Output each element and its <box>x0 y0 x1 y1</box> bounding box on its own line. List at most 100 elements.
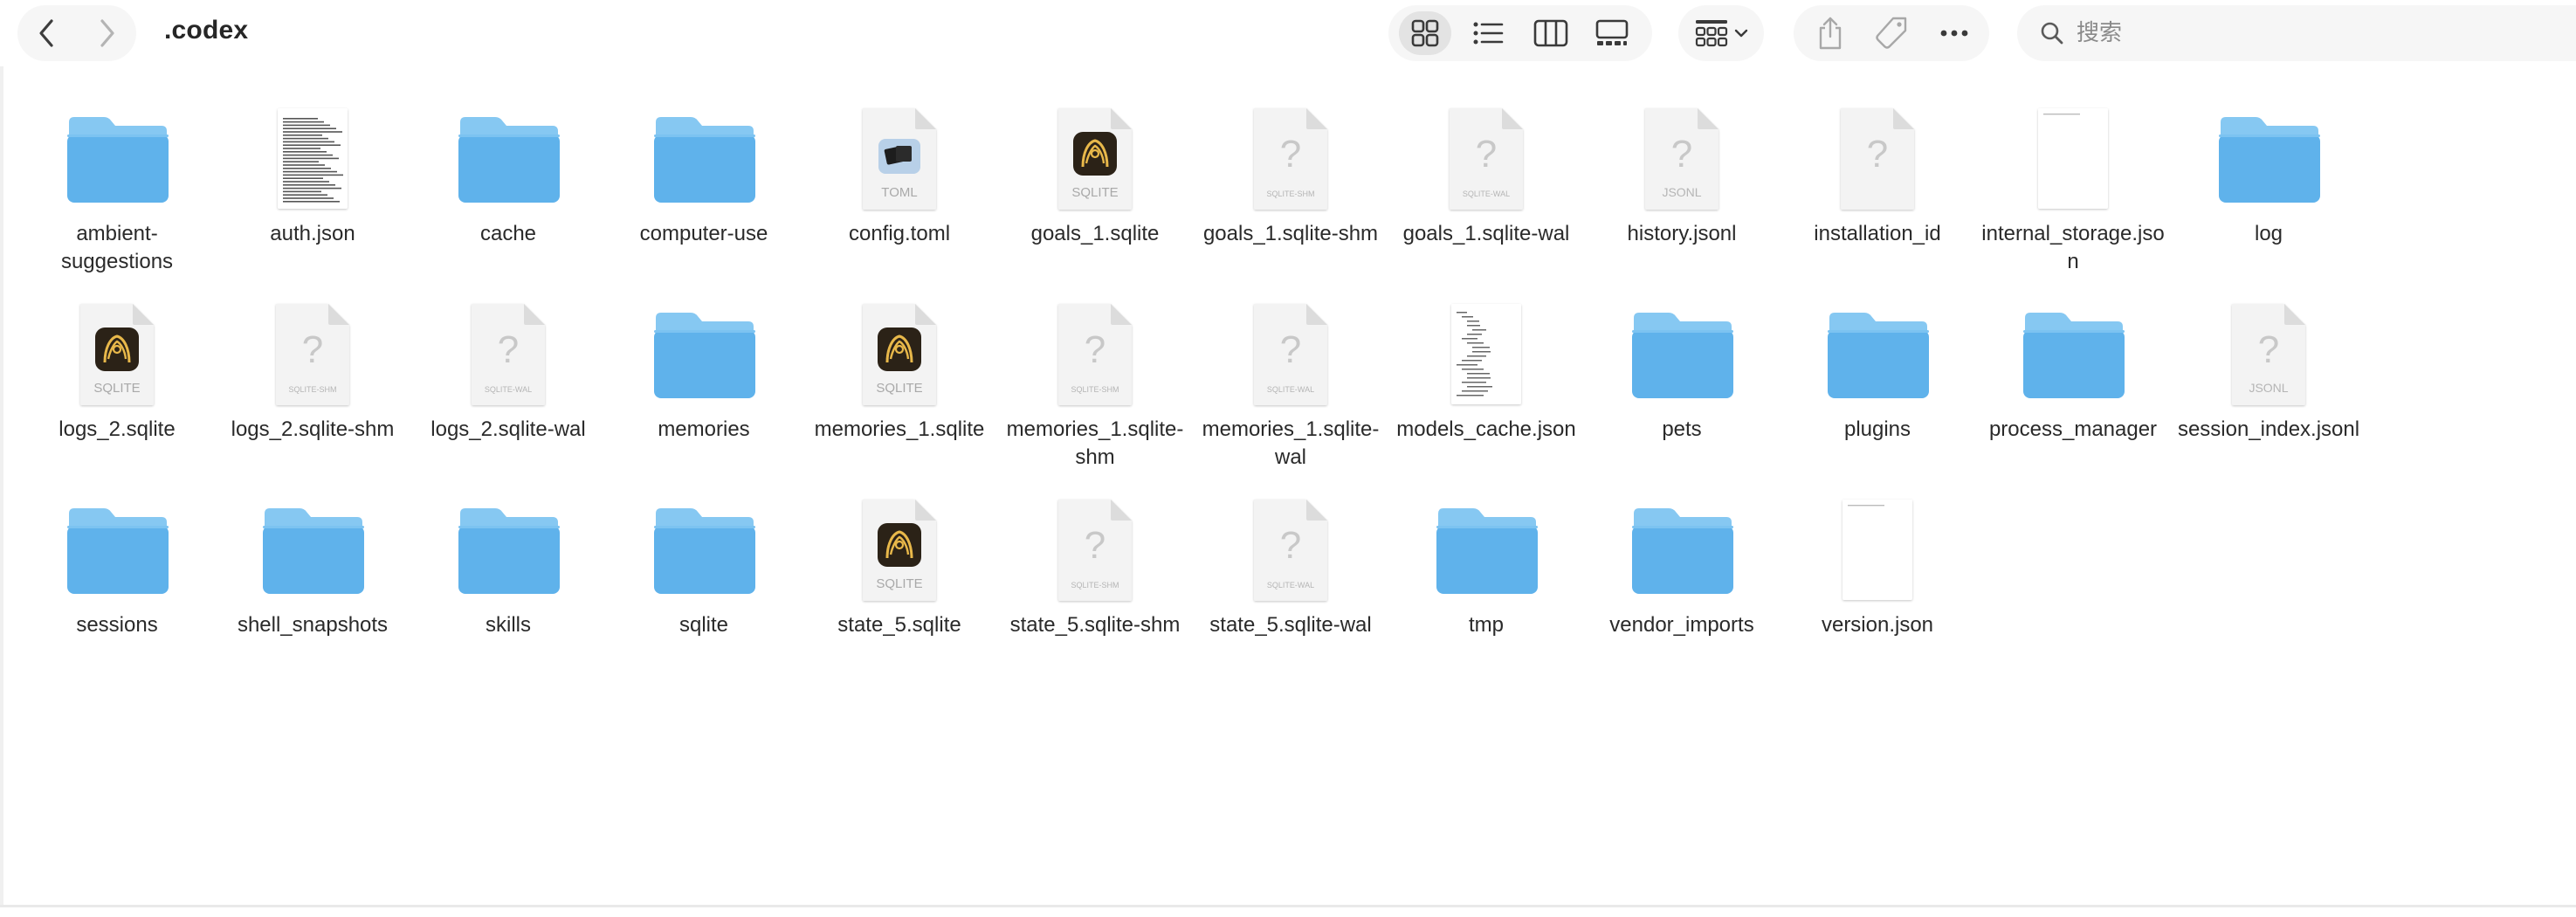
file-item[interactable]: SQLITE memories_1.sqlite <box>802 300 997 496</box>
back-icon <box>39 19 53 47</box>
item-label: memories_1.sqlite <box>814 417 985 441</box>
back-button[interactable] <box>25 11 69 55</box>
item-label: ambient-suggestions <box>60 222 174 273</box>
generic-file-icon: ? SQLITE-SHM <box>1193 105 1388 213</box>
folder-item[interactable]: memories <box>606 300 802 496</box>
document-icon <box>1975 105 2171 213</box>
folder-item[interactable]: vendor_imports <box>1584 496 1780 692</box>
item-label: tmp <box>1468 613 1504 637</box>
folder-item[interactable]: sqlite <box>606 496 802 692</box>
file-item[interactable]: ? SQLITE-WAL goals_1.sqlite-wal <box>1388 105 1584 300</box>
folder-icon <box>19 105 215 213</box>
share-button[interactable] <box>1806 11 1855 55</box>
folder-item[interactable]: sessions <box>19 496 215 692</box>
file-item[interactable]: auth.json <box>215 105 410 300</box>
folder-icon <box>1584 496 1780 604</box>
folder-icon <box>606 300 802 409</box>
item-label: process_manager <box>1988 417 2158 441</box>
item-label: version.json <box>1821 613 1934 637</box>
file-item[interactable]: ? JSONL history.jsonl <box>1584 105 1780 300</box>
folder-item[interactable]: plugins <box>1780 300 1975 496</box>
file-item[interactable]: ? SQLITE-WAL logs_2.sqlite-wal <box>410 300 606 496</box>
file-item[interactable]: SQLITE state_5.sqlite <box>802 496 997 692</box>
file-item[interactable]: version.json <box>1780 496 1975 692</box>
folder-item[interactable]: tmp <box>1388 496 1584 692</box>
gallery-view-button[interactable] <box>1586 11 1638 55</box>
search-input[interactable] <box>2075 19 2532 47</box>
forward-button[interactable] <box>85 11 128 55</box>
item-label: goals_1.sqlite-wal <box>1402 222 1570 245</box>
item-label: plugins <box>1843 417 1911 441</box>
folder-item[interactable]: log <box>2171 105 2366 300</box>
item-label: computer-use <box>639 222 768 245</box>
group-by-icon <box>1695 20 1728 47</box>
file-item[interactable]: ? SQLITE-WAL memories_1.sqlite-wal <box>1193 300 1388 496</box>
group-by-button[interactable] <box>1678 5 1764 61</box>
more-button[interactable] <box>1930 11 1979 55</box>
tag-button[interactable] <box>1867 11 1916 55</box>
column-view-button[interactable] <box>1525 11 1577 55</box>
folder-icon <box>19 496 215 604</box>
svg-text:?: ? <box>302 328 323 371</box>
folder-icon <box>410 496 606 604</box>
folder-item[interactable]: ambient-suggestions <box>19 105 215 300</box>
file-item[interactable]: TOML config.toml <box>802 105 997 300</box>
svg-text:SQLITE-SHM: SQLITE-SHM <box>1071 581 1119 590</box>
sqlite-file-icon: SQLITE <box>19 300 215 409</box>
file-item[interactable]: ? installation_id <box>1780 105 1975 300</box>
icon-view-button[interactable] <box>1399 11 1451 55</box>
svg-text:?: ? <box>1280 328 1301 371</box>
svg-text:SQLITE-WAL: SQLITE-WAL <box>1463 190 1510 198</box>
folder-icon <box>1975 300 2171 409</box>
generic-file-icon: ? JSONL <box>2171 300 2366 409</box>
file-item[interactable]: SQLITE logs_2.sqlite <box>19 300 215 496</box>
search-icon <box>2038 19 2066 47</box>
item-label: shell_snapshots <box>237 613 389 637</box>
text-document-icon <box>215 105 410 213</box>
tag-icon <box>1876 17 1907 49</box>
sqlite-file-icon: SQLITE <box>802 496 997 604</box>
window-edge <box>0 66 3 905</box>
search-field[interactable] <box>2017 5 2576 61</box>
folder-item[interactable]: skills <box>410 496 606 692</box>
svg-text:?: ? <box>498 328 519 371</box>
item-label: logs_2.sqlite <box>59 417 176 441</box>
file-item[interactable]: ? SQLITE-SHM goals_1.sqlite-shm <box>1193 105 1388 300</box>
file-item[interactable]: SQLITE goals_1.sqlite <box>997 105 1193 300</box>
icon-view-icon <box>1411 19 1439 47</box>
item-label: history.jsonl <box>1627 222 1737 245</box>
item-label: installation_id <box>1814 222 1941 245</box>
folder-icon <box>606 105 802 213</box>
item-label: models_cache.json <box>1396 417 1576 441</box>
svg-text:SQLITE-WAL: SQLITE-WAL <box>1267 385 1314 394</box>
file-browser-content: ambient-suggestions auth.json cache comp… <box>0 66 2576 905</box>
svg-text:JSONL: JSONL <box>2249 381 2288 395</box>
file-item[interactable]: models_cache.json <box>1388 300 1584 496</box>
item-label: config.toml <box>848 222 951 245</box>
folder-item[interactable]: computer-use <box>606 105 802 300</box>
generic-file-icon: ? JSONL <box>1584 105 1780 213</box>
svg-text:?: ? <box>1867 133 1888 176</box>
item-label: state_5.sqlite-shm <box>1009 613 1181 637</box>
folder-item[interactable]: shell_snapshots <box>215 496 410 692</box>
file-item[interactable]: ? JSONL session_index.jsonl <box>2171 300 2366 496</box>
file-grid: ambient-suggestions auth.json cache comp… <box>19 105 2366 692</box>
sqlite-file-icon: SQLITE <box>802 300 997 409</box>
file-item[interactable]: ? SQLITE-SHM state_5.sqlite-shm <box>997 496 1193 692</box>
folder-item[interactable]: process_manager <box>1975 300 2171 496</box>
folder-icon <box>1780 300 1975 409</box>
folder-item[interactable]: cache <box>410 105 606 300</box>
generic-file-icon: ? SQLITE-SHM <box>997 300 1193 409</box>
svg-text:SQLITE-WAL: SQLITE-WAL <box>1267 581 1314 590</box>
folder-icon <box>410 105 606 213</box>
forward-icon <box>100 19 114 47</box>
share-icon <box>1819 17 1842 50</box>
item-label: cache <box>479 222 537 245</box>
list-view-button[interactable] <box>1462 11 1514 55</box>
item-label: state_5.sqlite <box>837 613 961 637</box>
file-item[interactable]: ? SQLITE-SHM memories_1.sqlite-shm <box>997 300 1193 496</box>
folder-item[interactable]: pets <box>1584 300 1780 496</box>
file-item[interactable]: internal_storage.json <box>1975 105 2171 300</box>
file-item[interactable]: ? SQLITE-WAL state_5.sqlite-wal <box>1193 496 1388 692</box>
file-item[interactable]: ? SQLITE-SHM logs_2.sqlite-shm <box>215 300 410 496</box>
